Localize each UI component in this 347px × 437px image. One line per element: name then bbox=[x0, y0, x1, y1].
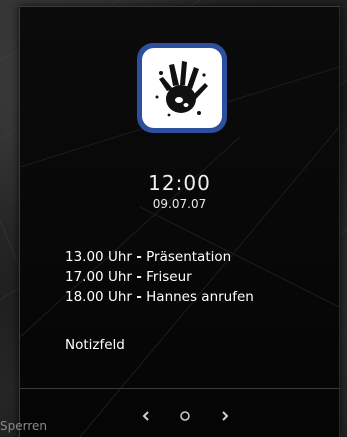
chevron-right-icon bbox=[222, 411, 229, 421]
notes-list: 13.00 Uhr - Präsentation 17.00 Uhr - Fri… bbox=[65, 247, 254, 307]
note-text: Friseur bbox=[146, 269, 192, 285]
prev-button[interactable] bbox=[136, 406, 156, 426]
divider bbox=[20, 388, 339, 389]
notefield-label[interactable]: Notizfeld bbox=[65, 337, 125, 353]
note-time: 18.00 Uhr bbox=[65, 289, 132, 305]
chevron-left-icon bbox=[142, 411, 149, 421]
note-separator: - bbox=[136, 289, 142, 305]
page-indicator[interactable] bbox=[175, 406, 195, 426]
note-text: Präsentation bbox=[146, 249, 232, 265]
note-time: 13.00 Uhr bbox=[65, 249, 132, 265]
list-item[interactable]: 18.00 Uhr - Hannes anrufen bbox=[65, 287, 254, 307]
note-separator: - bbox=[136, 269, 142, 285]
note-text: Hannes anrufen bbox=[146, 289, 254, 305]
hand-print-logo bbox=[137, 43, 227, 133]
note-separator: - bbox=[136, 249, 142, 265]
sidebar-gadget-panel: 12:00 09.07.07 13.00 Uhr - Präsentation … bbox=[19, 6, 340, 437]
list-item[interactable]: 13.00 Uhr - Präsentation bbox=[65, 247, 254, 267]
lock-button[interactable]: Sperren bbox=[0, 419, 47, 433]
next-button[interactable] bbox=[215, 406, 235, 426]
note-time: 17.00 Uhr bbox=[65, 269, 132, 285]
circle-icon bbox=[180, 411, 190, 421]
list-item[interactable]: 17.00 Uhr - Friseur bbox=[65, 267, 254, 287]
clock-date: 09.07.07 bbox=[152, 197, 207, 211]
hand-print-icon bbox=[155, 61, 208, 117]
clock-time: 12:00 bbox=[148, 171, 211, 195]
